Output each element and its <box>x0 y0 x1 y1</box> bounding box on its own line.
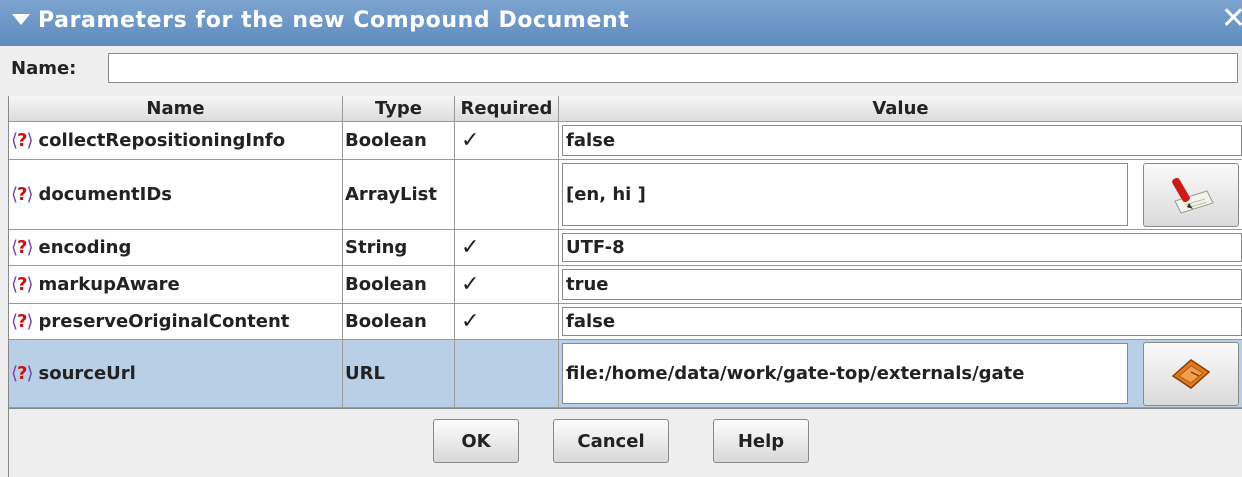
value-cell: file:/home/data/work/gate-top/externals/… <box>559 340 1242 407</box>
help-icon: ⟨?⟩ <box>11 237 34 258</box>
param-name-cell: ⟨?⟩ sourceUrl <box>9 340 343 407</box>
param-name-cell: ⟨?⟩ encoding <box>9 230 343 265</box>
param-name: preserveOriginalContent <box>38 311 290 332</box>
open-file-button[interactable] <box>1143 342 1239 406</box>
edit-list-icon <box>1172 177 1214 214</box>
value-cell: UTF-8 <box>559 230 1242 265</box>
value-field[interactable]: true <box>562 269 1242 300</box>
edit-list-button[interactable] <box>1143 163 1239 227</box>
table-row[interactable]: ⟨?⟩ encoding String ✓ UTF-8 <box>9 230 1242 266</box>
panel-left-border <box>8 408 9 477</box>
name-input[interactable] <box>108 53 1238 83</box>
help-icon: ⟨?⟩ <box>11 130 34 151</box>
help-icon: ⟨?⟩ <box>11 184 34 205</box>
column-header-required[interactable]: Required <box>455 96 559 122</box>
param-type: URL <box>343 340 455 407</box>
value-field[interactable]: UTF-8 <box>562 233 1242 262</box>
value-field[interactable]: file:/home/data/work/gate-top/externals/… <box>562 343 1128 404</box>
value-cell: false <box>559 304 1242 339</box>
required-check: ✓ <box>455 122 559 159</box>
param-type: ArrayList <box>343 160 455 229</box>
value-field[interactable]: false <box>562 125 1242 156</box>
help-icon: ⟨?⟩ <box>11 363 34 384</box>
help-icon: ⟨?⟩ <box>11 311 34 332</box>
table-row[interactable]: ⟨?⟩ collectRepositioningInfo Boolean ✓ f… <box>9 122 1242 160</box>
param-name-cell: ⟨?⟩ documentIDs <box>9 160 343 229</box>
param-name-cell: ⟨?⟩ preserveOriginalContent <box>9 304 343 339</box>
required-check <box>455 340 559 407</box>
param-name: markupAware <box>38 274 180 295</box>
required-check: ✓ <box>455 266 559 303</box>
title-bar: Parameters for the new Compound Document… <box>0 0 1242 46</box>
required-check: ✓ <box>455 304 559 339</box>
column-header-value[interactable]: Value <box>559 96 1242 122</box>
required-check <box>455 160 559 229</box>
parameters-dialog: Parameters for the new Compound Document… <box>0 0 1242 477</box>
value-field[interactable]: false <box>562 307 1242 336</box>
param-type: Boolean <box>343 266 455 303</box>
table-row[interactable]: ⟨?⟩ documentIDs ArrayList [en, hi ] <box>9 160 1242 230</box>
param-type: Boolean <box>343 122 455 159</box>
param-name-cell: ⟨?⟩ markupAware <box>9 266 343 303</box>
param-name: collectRepositioningInfo <box>38 130 286 151</box>
help-icon: ⟨?⟩ <box>11 274 34 295</box>
help-button[interactable]: Help <box>713 419 809 463</box>
cancel-button[interactable]: Cancel <box>553 419 669 463</box>
parameters-table: Name Type Required Value ⟨?⟩ collectRepo… <box>8 96 1242 408</box>
table-bottom-border <box>8 408 1242 409</box>
value-cell: false <box>559 122 1242 159</box>
name-label: Name: <box>11 58 77 79</box>
value-field[interactable]: [en, hi ] <box>562 163 1128 226</box>
value-cell: [en, hi ] <box>559 160 1242 229</box>
table-row[interactable]: ⟨?⟩ preserveOriginalContent Boolean ✓ fa… <box>9 304 1242 340</box>
param-type: Boolean <box>343 304 455 339</box>
table-row[interactable]: ⟨?⟩ markupAware Boolean ✓ true <box>9 266 1242 304</box>
collapse-triangle-icon[interactable] <box>12 14 30 25</box>
param-name: encoding <box>38 237 132 258</box>
param-name: documentIDs <box>38 184 172 205</box>
column-header-name[interactable]: Name <box>9 96 343 122</box>
value-cell: true <box>559 266 1242 303</box>
open-file-icon <box>1171 359 1211 389</box>
param-type: String <box>343 230 455 265</box>
param-name: sourceUrl <box>38 363 136 384</box>
dialog-title: Parameters for the new Compound Document <box>38 8 630 33</box>
ok-button[interactable]: OK <box>433 419 519 463</box>
param-name-cell: ⟨?⟩ collectRepositioningInfo <box>9 122 343 159</box>
table-row-selected[interactable]: ⟨?⟩ sourceUrl URL file:/home/data/work/g… <box>9 340 1242 408</box>
required-check: ✓ <box>455 230 559 265</box>
close-icon[interactable]: ✕ <box>1221 4 1242 34</box>
column-header-type[interactable]: Type <box>343 96 455 122</box>
